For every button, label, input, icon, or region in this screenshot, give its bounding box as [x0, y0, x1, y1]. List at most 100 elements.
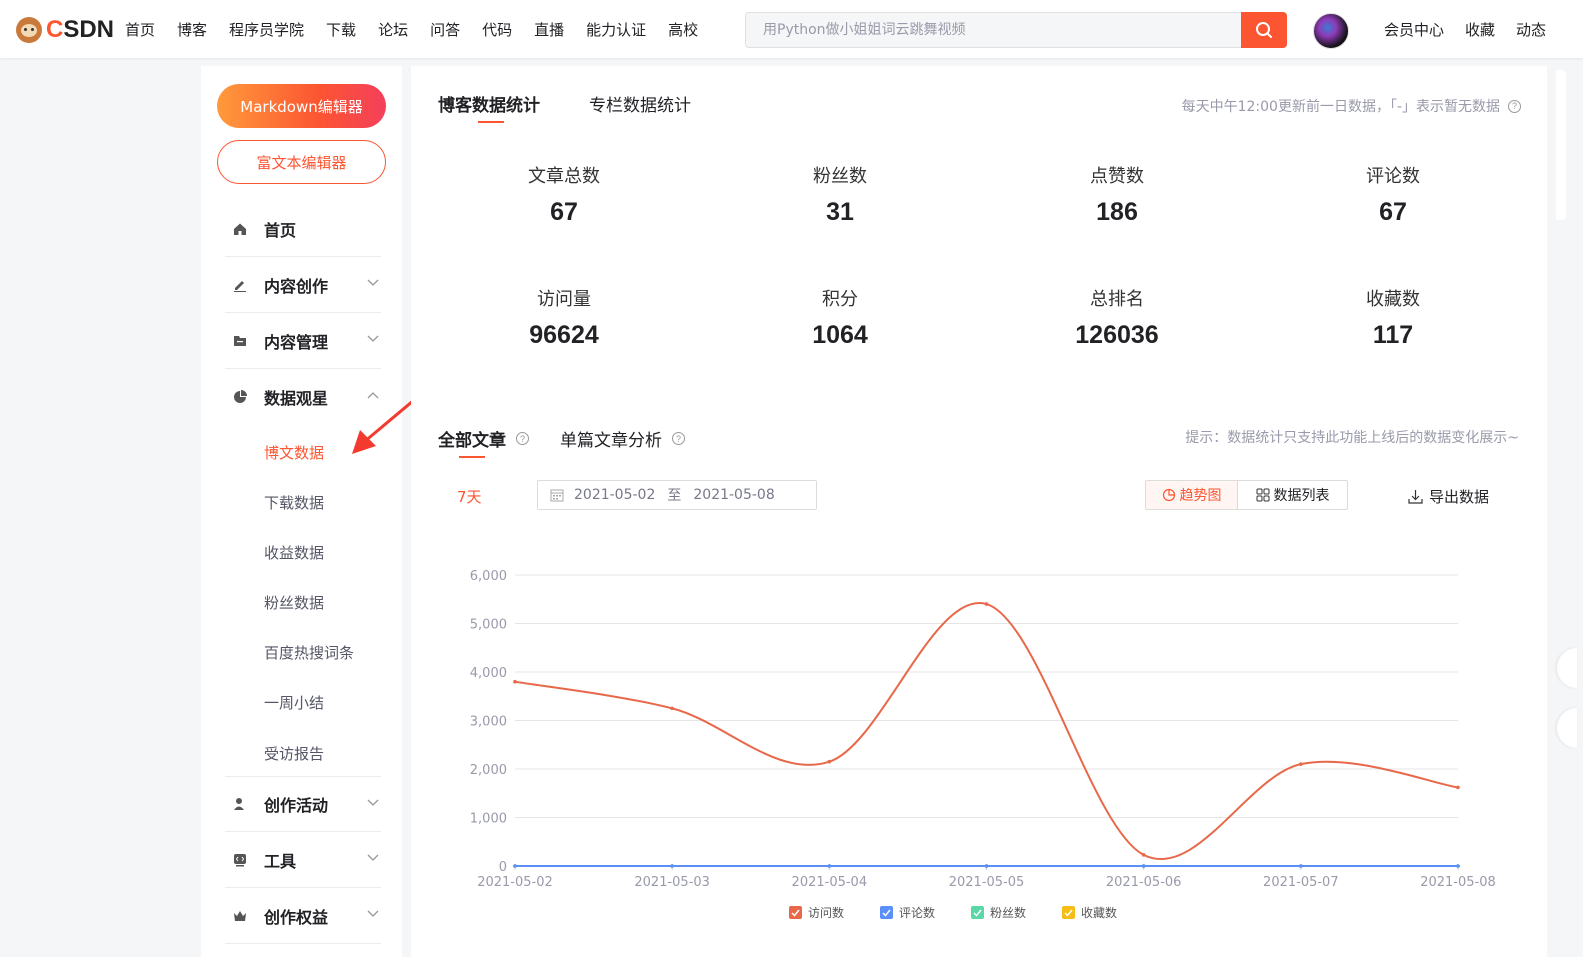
pie-chart-icon: [232, 389, 248, 405]
sidebar-item-label: 内容创作: [264, 276, 329, 296]
x-tick-label: 2021-05-06: [1106, 875, 1182, 890]
nav-college[interactable]: 高校: [668, 19, 698, 40]
sub-item-fans-data[interactable]: 粉丝数据: [264, 592, 324, 613]
chevron-down-icon: [367, 799, 379, 806]
top-navbar: CSDN 首页 博客 程序员学院 下载 论坛 问答 代码 直播 能力认证 高校 …: [0, 0, 1583, 58]
sidebar: Markdown编辑器 富文本编辑器 首页 内容创作 内容管理 数据观星 博文数…: [201, 66, 402, 957]
search-button[interactable]: [1241, 12, 1287, 48]
nav-blog[interactable]: 博客: [177, 19, 207, 40]
sidebar-item-creation-activity[interactable]: 创作活动: [225, 776, 381, 832]
x-tick-label: 2021-05-04: [792, 875, 868, 890]
float-tool-button[interactable]: [1557, 708, 1577, 748]
legend-label: 收藏数: [1081, 906, 1118, 920]
legend-checkbox-favorites[interactable]: [1062, 906, 1076, 919]
sidebar-item-label: 内容管理: [264, 332, 329, 352]
y-tick-label: 4,000: [470, 666, 507, 681]
x-tick-label: 2021-05-03: [634, 875, 710, 890]
legend-label: 评论数: [899, 906, 936, 920]
x-tick-label: 2021-05-05: [949, 875, 1025, 890]
sidebar-item-label: 首页: [264, 220, 297, 240]
sidebar-item-home[interactable]: 首页: [225, 201, 381, 257]
legend-item-visits[interactable]: 访问数: [789, 904, 844, 921]
data-point: [827, 759, 832, 764]
chevron-down-icon: [367, 854, 379, 861]
user-avatar[interactable]: [1313, 13, 1349, 49]
y-tick-label: 0: [499, 860, 507, 875]
user-icon: [232, 796, 248, 812]
code-icon: [232, 852, 248, 868]
sidebar-item-label: 工具: [264, 851, 297, 871]
legend-checkbox-visits[interactable]: [789, 906, 802, 919]
sub-item-visit-report[interactable]: 受访报告: [264, 743, 324, 764]
right-edge-panel: [1556, 70, 1566, 220]
data-point: [1456, 785, 1460, 790]
legend-item-comments[interactable]: 评论数: [880, 904, 935, 921]
user-nav: 会员中心 收藏 动态: [1384, 19, 1567, 40]
search-bar: [745, 12, 1287, 48]
data-point: [1299, 762, 1303, 766]
nav-academy[interactable]: 程序员学院: [229, 19, 304, 40]
sidebar-item-label: 创作权益: [264, 907, 329, 927]
series-line-0: [514, 602, 1459, 861]
nav-code[interactable]: 代码: [482, 19, 512, 40]
csdn-logo[interactable]: CSDN: [16, 16, 114, 44]
data-point: [1141, 864, 1146, 868]
data-point: [1141, 853, 1146, 857]
markdown-editor-button[interactable]: Markdown编辑器: [217, 84, 386, 128]
nav-home[interactable]: 首页: [125, 19, 155, 40]
chevron-down-icon: [367, 279, 379, 286]
x-tick-label: 2021-05-07: [1263, 875, 1339, 890]
data-point: [1456, 864, 1460, 868]
sidebar-item-label: 数据观星: [264, 389, 329, 408]
nav-download[interactable]: 下载: [326, 19, 356, 40]
data-point: [1299, 864, 1303, 868]
y-tick-label: 5,000: [470, 618, 507, 633]
richtext-editor-button[interactable]: 富文本编辑器: [217, 140, 386, 184]
sidebar-item-content-creation[interactable]: 内容创作: [225, 257, 381, 313]
legend-checkbox-fans[interactable]: [971, 906, 985, 919]
sidebar-item-creator-rights[interactable]: 创作权益: [225, 888, 381, 944]
nav-qa[interactable]: 问答: [430, 19, 460, 40]
legend-label: 访问数: [808, 906, 845, 920]
sub-item-download-data[interactable]: 下载数据: [264, 492, 324, 513]
data-point: [513, 864, 517, 868]
chevron-down-icon: [367, 335, 379, 342]
sub-item-income-data[interactable]: 收益数据: [264, 542, 324, 563]
main-panel: 博客数据统计 专栏数据统计 每天中午12:00更新前一日数据，「-」表示暂无数据…: [411, 66, 1547, 957]
legend-item-fans[interactable]: 粉丝数: [971, 904, 1026, 921]
y-tick-label: 1,000: [470, 812, 507, 827]
sub-item-weekly-summary[interactable]: 一周小结: [264, 692, 324, 713]
chart-legend: 访问数 评论数 粉丝数 收藏数: [789, 904, 1153, 921]
nav-activity[interactable]: 动态: [1516, 19, 1546, 40]
pen-icon: [232, 277, 248, 293]
data-point: [670, 706, 674, 711]
nav-forum[interactable]: 论坛: [378, 19, 408, 40]
sub-item-blog-data[interactable]: 博文数据: [264, 442, 324, 463]
y-tick-label: 6,000: [470, 569, 507, 584]
x-tick-label: 2021-05-08: [1420, 875, 1496, 890]
sidebar-item-content-management[interactable]: 内容管理: [225, 313, 381, 369]
y-tick-label: 3,000: [470, 715, 507, 730]
folder-icon: [232, 333, 248, 349]
data-point: [984, 864, 989, 868]
search-input[interactable]: [746, 13, 1243, 47]
sidebar-item-tools[interactable]: 工具: [225, 832, 381, 888]
nav-favorites[interactable]: 收藏: [1465, 19, 1495, 40]
data-point: [827, 864, 832, 868]
sub-item-baidu-hot[interactable]: 百度热搜词条: [264, 642, 354, 663]
legend-label: 粉丝数: [990, 906, 1027, 920]
crown-icon: [232, 908, 248, 924]
data-point: [670, 864, 674, 868]
logo-text: CSDN: [46, 16, 115, 43]
nav-vip-center[interactable]: 会员中心: [1384, 19, 1444, 40]
nav-live[interactable]: 直播: [534, 19, 564, 40]
float-tool-button[interactable]: [1557, 648, 1577, 688]
nav-certification[interactable]: 能力认证: [586, 19, 646, 40]
legend-checkbox-comments[interactable]: [880, 906, 894, 919]
legend-item-favorites[interactable]: 收藏数: [1062, 904, 1117, 921]
monkey-logo-icon: [16, 17, 42, 43]
x-tick-label: 2021-05-02: [477, 875, 553, 890]
data-point: [984, 602, 989, 606]
chevron-down-icon: [367, 910, 379, 917]
home-icon: [232, 221, 248, 237]
